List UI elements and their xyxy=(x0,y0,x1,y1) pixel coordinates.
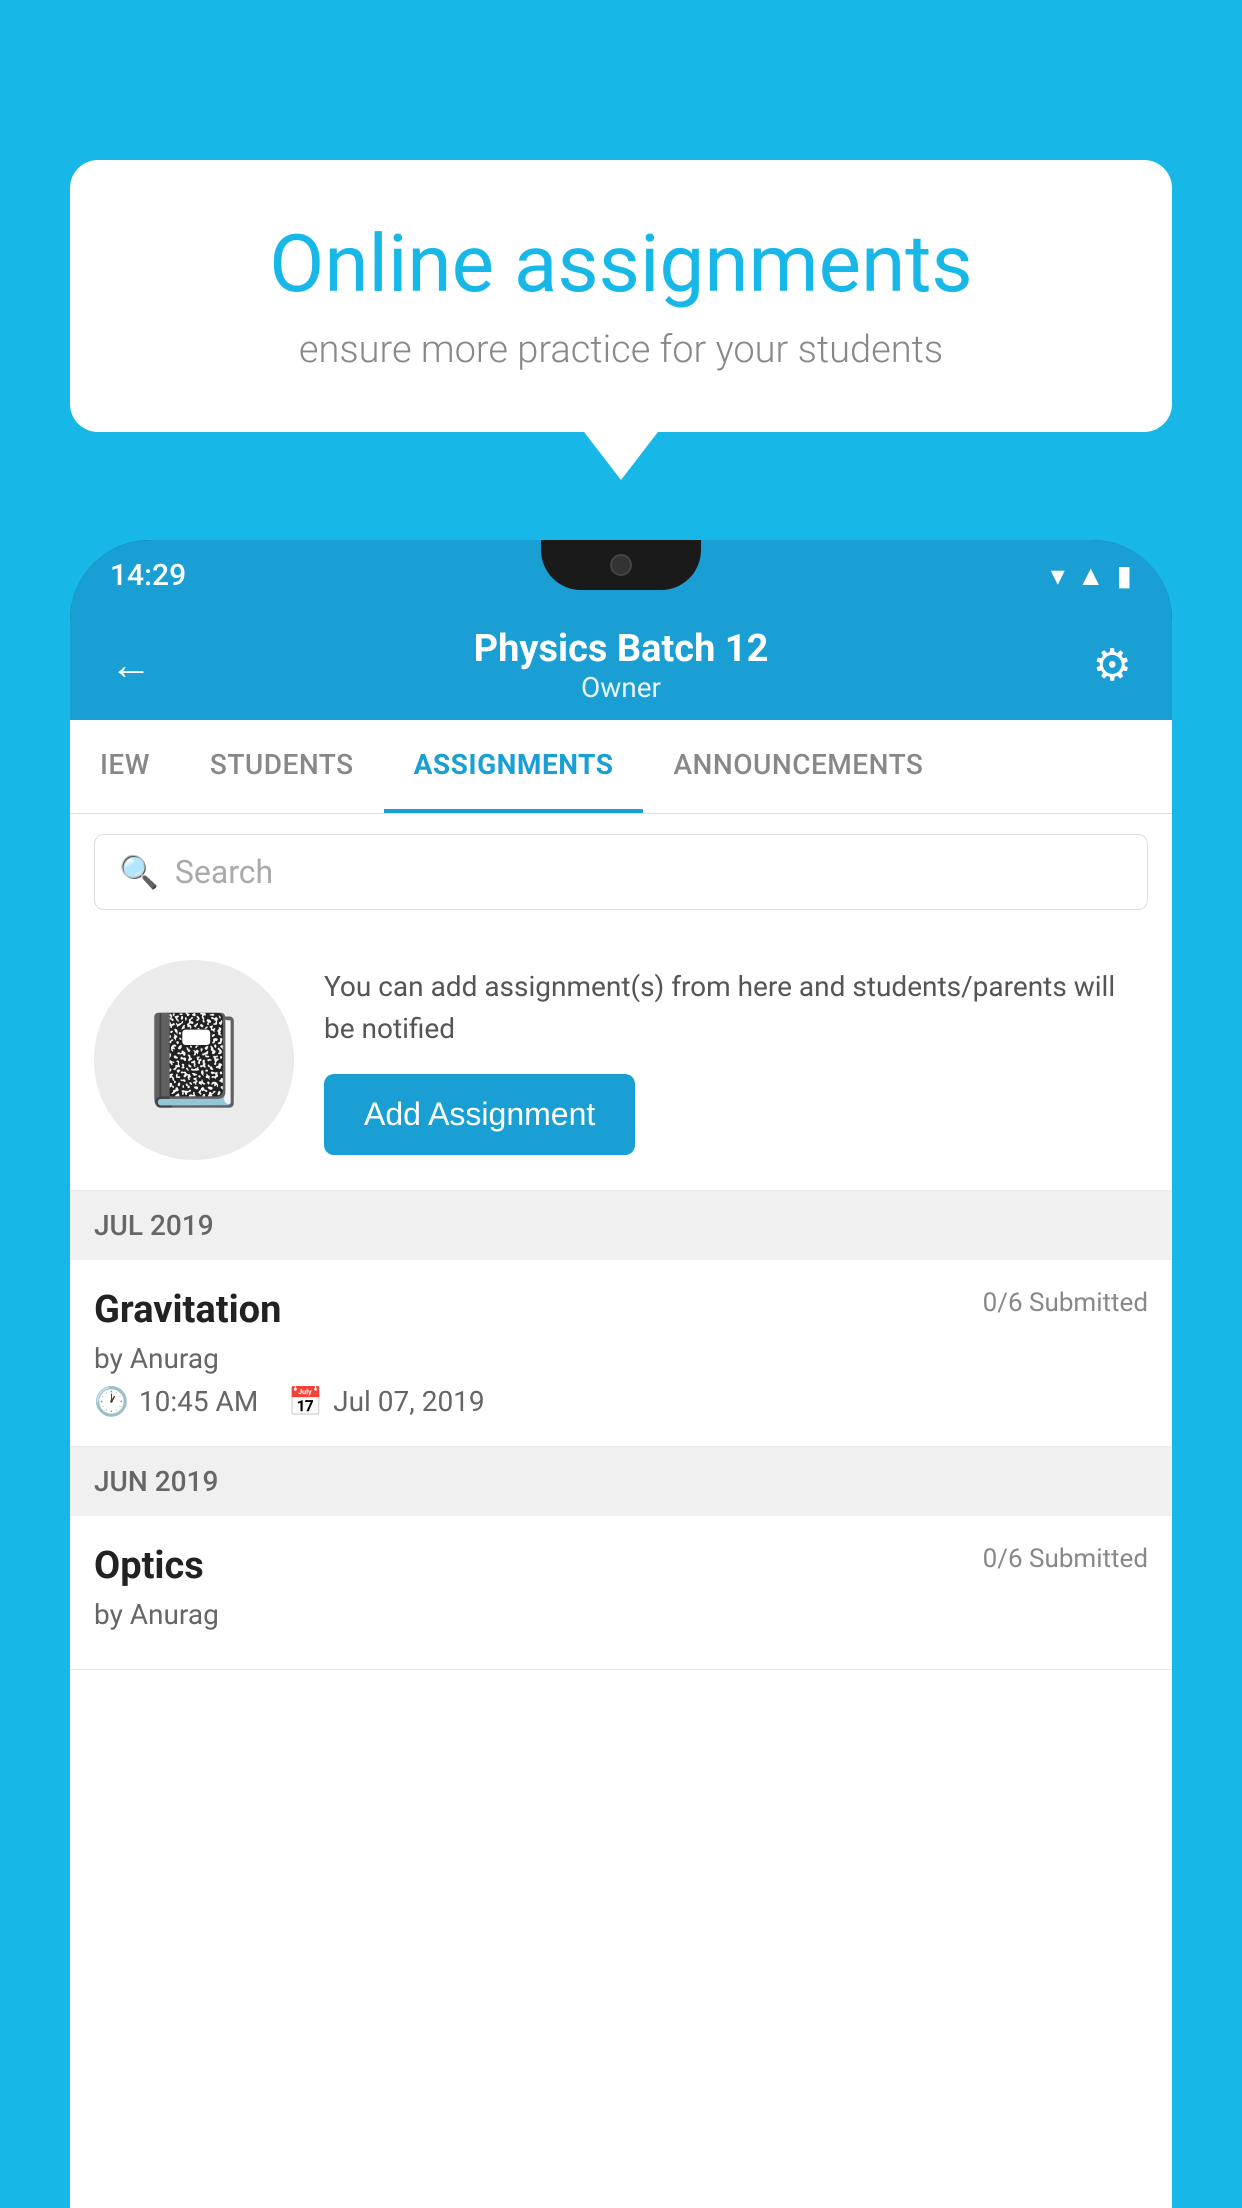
assignment-date-gravitation: Jul 07, 2019 xyxy=(333,1385,485,1418)
tab-iew[interactable]: IEW xyxy=(70,720,180,813)
tab-announcements[interactable]: ANNOUNCEMENTS xyxy=(643,720,953,813)
assignment-name-gravitation: Gravitation xyxy=(94,1288,281,1332)
signal-icon: ▲ xyxy=(1077,559,1105,592)
clock-icon: 🕐 xyxy=(94,1385,129,1418)
add-assignment-button[interactable]: Add Assignment xyxy=(324,1074,635,1155)
speech-bubble: Online assignments ensure more practice … xyxy=(70,160,1172,432)
batch-name: Physics Batch 12 xyxy=(474,627,769,671)
phone-screen: IEW STUDENTS ASSIGNMENTS ANNOUNCEMENTS 🔍… xyxy=(70,720,1172,2208)
section-header-jul: JUL 2019 xyxy=(70,1191,1172,1260)
section-header-jun: JUN 2019 xyxy=(70,1447,1172,1516)
bubble-subtitle: ensure more practice for your students xyxy=(140,328,1102,372)
promo-text: You can add assignment(s) from here and … xyxy=(324,966,1148,1050)
status-bar: 14:29 ▾ ▲ ▮ xyxy=(70,540,1172,610)
assignment-name-optics: Optics xyxy=(94,1544,204,1588)
assignment-item-optics[interactable]: Optics 0/6 Submitted by Anurag xyxy=(70,1516,1172,1670)
assignment-submitted-optics: 0/6 Submitted xyxy=(983,1544,1148,1574)
promo-content: You can add assignment(s) from here and … xyxy=(324,966,1148,1155)
assignment-by-optics: by Anurag xyxy=(94,1598,1148,1631)
assignment-meta-gravitation: 🕐 10:45 AM 📅 Jul 07, 2019 xyxy=(94,1385,1148,1418)
bubble-title: Online assignments xyxy=(140,220,1102,308)
speech-bubble-container: Online assignments ensure more practice … xyxy=(70,160,1172,432)
tabs-container: IEW STUDENTS ASSIGNMENTS ANNOUNCEMENTS xyxy=(70,720,1172,814)
back-button[interactable]: ← xyxy=(110,641,152,690)
assignment-submitted-gravitation: 0/6 Submitted xyxy=(983,1288,1148,1318)
battery-icon: ▮ xyxy=(1117,559,1132,592)
header-title-area: Physics Batch 12 Owner xyxy=(474,627,769,704)
assignment-by-gravitation: by Anurag xyxy=(94,1342,1148,1375)
assignment-item-gravitation[interactable]: Gravitation 0/6 Submitted by Anurag 🕐 10… xyxy=(70,1260,1172,1447)
search-box[interactable]: 🔍 Search xyxy=(94,834,1148,910)
tab-assignments[interactable]: ASSIGNMENTS xyxy=(384,720,644,813)
status-time: 14:29 xyxy=(110,558,186,593)
owner-label: Owner xyxy=(474,671,769,704)
search-icon: 🔍 xyxy=(119,853,159,891)
camera-dot xyxy=(610,554,632,576)
calendar-icon: 📅 xyxy=(288,1385,323,1418)
phone-frame: 14:29 ▾ ▲ ▮ ← Physics Batch 12 Owner ⚙ I… xyxy=(70,540,1172,2208)
status-icons: ▾ ▲ ▮ xyxy=(1051,559,1132,592)
settings-button[interactable]: ⚙ xyxy=(1093,639,1132,691)
assignment-row-top-optics: Optics 0/6 Submitted xyxy=(94,1544,1148,1588)
app-header: ← Physics Batch 12 Owner ⚙ xyxy=(70,610,1172,720)
assignment-promo: 📓 You can add assignment(s) from here an… xyxy=(70,930,1172,1191)
tab-students[interactable]: STUDENTS xyxy=(180,720,384,813)
assignment-time-gravitation: 10:45 AM xyxy=(139,1385,258,1418)
wifi-icon: ▾ xyxy=(1051,559,1065,592)
assignment-row-top: Gravitation 0/6 Submitted xyxy=(94,1288,1148,1332)
promo-icon-circle: 📓 xyxy=(94,960,294,1160)
meta-time-gravitation: 🕐 10:45 AM xyxy=(94,1385,258,1418)
notch xyxy=(541,540,701,590)
search-placeholder: Search xyxy=(175,853,273,891)
meta-date-gravitation: 📅 Jul 07, 2019 xyxy=(288,1385,484,1418)
notebook-icon: 📓 xyxy=(138,1008,250,1113)
search-container: 🔍 Search xyxy=(70,814,1172,930)
